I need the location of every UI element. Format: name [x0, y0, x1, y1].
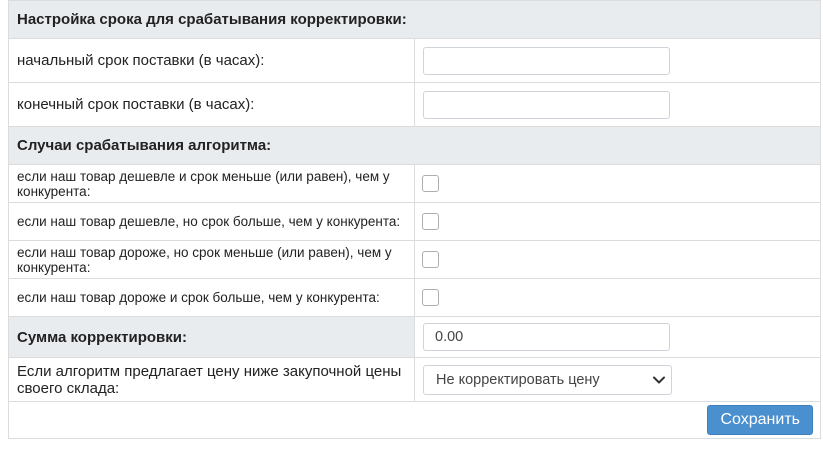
below-purchase-label: Если алгоритм предлагает цену ниже закуп…	[8, 357, 415, 402]
below-purchase-select[interactable]: Не корректировать цену	[423, 364, 672, 395]
case-checkbox[interactable]	[422, 175, 439, 192]
amount-row: Сумма корректировки:	[8, 316, 821, 358]
case-row: если наш товар дороже, но срок меньше (и…	[8, 240, 821, 279]
save-button[interactable]: Сохранить	[707, 405, 813, 435]
case-checkbox[interactable]	[422, 251, 439, 268]
case-label: если наш товар дешевле, но срок больше, …	[8, 202, 415, 241]
start-term-label: начальный срок поставки (в часах):	[8, 38, 415, 83]
case-checkbox[interactable]	[422, 213, 439, 230]
section-term-row: Настройка срока для срабатывания коррект…	[8, 0, 821, 39]
case-checkbox[interactable]	[422, 289, 439, 306]
case-row: если наш товар дешевле и срок меньше (ил…	[8, 164, 821, 203]
case-label: если наш товар дороже, но срок меньше (и…	[8, 240, 415, 279]
correction-settings-table: Настройка срока для срабатывания коррект…	[8, 0, 821, 439]
end-term-row: конечный срок поставки (в часах):	[8, 82, 821, 127]
end-term-label: конечный срок поставки (в часах):	[8, 82, 415, 127]
amount-input[interactable]	[423, 323, 670, 351]
below-purchase-selected: Не корректировать цену	[436, 371, 600, 388]
case-label: если наш товар дороже и срок больше, чем…	[8, 278, 415, 317]
section-cases-title: Случаи срабатывания алгоритма:	[8, 126, 821, 165]
case-row: если наш товар дешевле, но срок больше, …	[8, 202, 821, 241]
section-term-title: Настройка срока для срабатывания коррект…	[8, 0, 821, 39]
start-term-row: начальный срок поставки (в часах):	[8, 38, 821, 83]
actions-row: Сохранить	[8, 401, 821, 439]
chevron-down-icon	[653, 376, 665, 383]
end-term-input[interactable]	[423, 90, 670, 119]
below-purchase-row: Если алгоритм предлагает цену ниже закуп…	[8, 357, 821, 402]
section-cases-row: Случаи срабатывания алгоритма:	[8, 126, 821, 165]
start-term-input[interactable]	[423, 46, 670, 75]
section-amount-title: Сумма корректировки:	[8, 316, 415, 358]
case-label: если наш товар дешевле и срок меньше (ил…	[8, 164, 415, 203]
case-row: если наш товар дороже и срок больше, чем…	[8, 278, 821, 317]
